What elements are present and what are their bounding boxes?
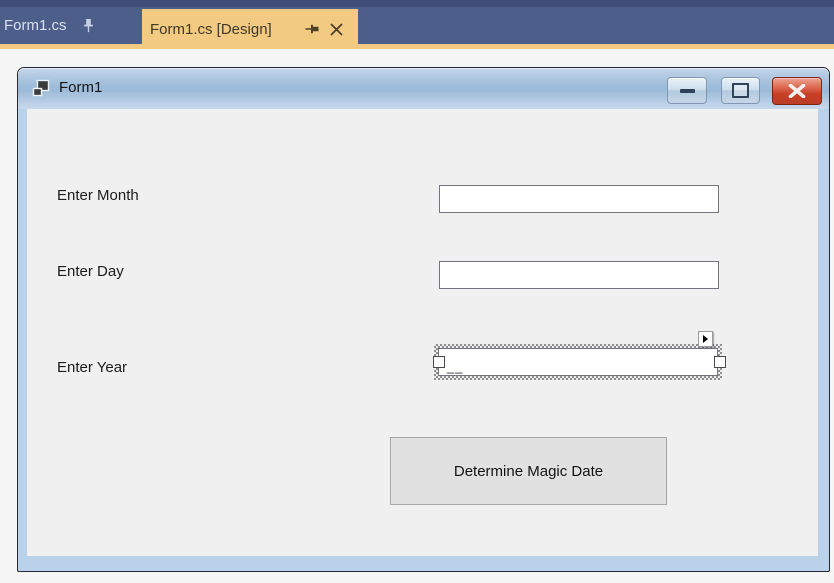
smart-tag-button[interactable]	[698, 331, 713, 347]
tab-bar-top-edge	[0, 0, 834, 7]
year-textbox[interactable]: __	[438, 348, 718, 376]
close-icon[interactable]	[328, 21, 344, 37]
selection-handle-left[interactable]	[433, 356, 445, 368]
smart-tag-arrow-icon	[703, 335, 708, 343]
form-title-bar[interactable]: Form1	[18, 68, 829, 109]
form-designer-window: Form1 Enter Month Enter Day Enter Year _…	[17, 67, 830, 572]
pushpin-icon[interactable]	[304, 21, 318, 37]
close-icon	[788, 84, 806, 98]
tab-form1-cs[interactable]: Form1.cs	[0, 7, 108, 44]
tab-label: Form1.cs	[4, 17, 67, 34]
active-tab-underline	[0, 44, 834, 49]
form-window-title: Form1	[59, 79, 103, 96]
month-textbox[interactable]	[439, 185, 719, 213]
minimize-icon	[679, 88, 695, 93]
selection-handle-right[interactable]	[714, 356, 726, 368]
day-textbox[interactable]	[439, 261, 719, 289]
winform-window-icon	[31, 78, 51, 98]
minimize-button[interactable]	[667, 77, 707, 104]
year-textbox-caret: __	[447, 359, 464, 374]
label-enter-year: Enter Year	[57, 359, 128, 376]
label-enter-month: Enter Month	[57, 187, 139, 204]
label-enter-day: Enter Day	[57, 263, 124, 280]
maximize-button[interactable]	[721, 77, 760, 104]
document-tab-bar: Form1.cs Form1.cs [Design]	[0, 0, 834, 49]
tab-label: Form1.cs [Design]	[150, 20, 272, 38]
tab-form1-cs-design[interactable]: Form1.cs [Design]	[142, 9, 358, 49]
pushpin-icon[interactable]	[82, 18, 96, 34]
maximize-icon	[732, 83, 749, 98]
close-button[interactable]	[772, 77, 822, 105]
determine-magic-date-button[interactable]: Determine Magic Date	[390, 437, 667, 505]
form-design-surface[interactable]: Enter Month Enter Day Enter Year __ Dete…	[27, 109, 818, 556]
